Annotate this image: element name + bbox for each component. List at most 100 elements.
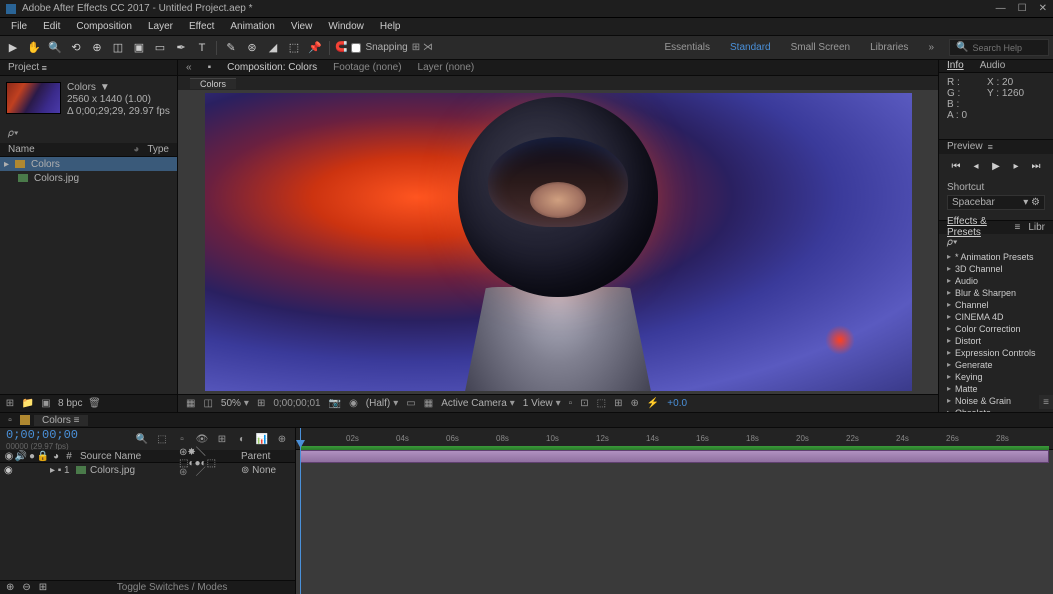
pixel-aspect-icon[interactable]: ⊕ [630, 398, 638, 409]
menu-edit[interactable]: Edit [36, 21, 67, 32]
timeline-tab-colors[interactable]: Colors ≡ [34, 415, 88, 426]
last-frame-button[interactable]: ⏭ [1029, 160, 1043, 174]
project-row-comp[interactable]: ▸Colors [0, 157, 177, 171]
current-time[interactable]: 0;00;00;01 [273, 398, 320, 409]
camera-dropdown[interactable]: Active Camera ▾ [441, 398, 515, 409]
snapshot-icon[interactable]: 📷 [329, 398, 341, 409]
workspace-standard[interactable]: Standard [726, 42, 775, 53]
workspace-libraries[interactable]: Libraries [866, 42, 912, 53]
text-tool[interactable]: T [193, 39, 211, 57]
tab-footage[interactable]: Footage (none) [333, 62, 401, 73]
view-dropdown[interactable]: 1 View ▾ [523, 398, 561, 409]
layer-clip[interactable] [300, 450, 1049, 463]
cat-matte[interactable]: Matte [939, 383, 1053, 395]
tab-audio[interactable]: Audio [980, 60, 1006, 71]
composition-viewer[interactable] [178, 90, 938, 394]
selection-tool[interactable]: ▶ [4, 39, 22, 57]
current-timecode[interactable]: 0;00;00;00 [6, 428, 78, 442]
search-input[interactable] [972, 43, 1042, 53]
panel-menu-icon[interactable]: ≡ [1039, 395, 1053, 409]
visibility-toggle[interactable]: ◉ [4, 465, 14, 476]
workspace-essentials[interactable]: Essentials [660, 42, 714, 53]
resolution[interactable]: (Half) ▾ [366, 398, 398, 409]
view-opt4-icon[interactable]: ⊞ [614, 398, 622, 409]
menu-window[interactable]: Window [321, 21, 371, 32]
brush-tool[interactable]: ✎ [222, 39, 240, 57]
shape-tool[interactable]: ▭ [151, 39, 169, 57]
region-icon[interactable]: ▭ [406, 398, 415, 409]
next-frame-button[interactable]: ▸ [1009, 160, 1023, 174]
rotate-tool[interactable]: ⊕ [88, 39, 106, 57]
snapping-toggle[interactable]: 🧲 Snapping ⊞ ⋊ [335, 42, 433, 53]
view-opt1-icon[interactable]: ▫ [569, 398, 573, 409]
new-comp-icon[interactable]: ▣ [40, 398, 52, 410]
toggle-switches-button[interactable]: Toggle Switches / Modes [55, 582, 289, 593]
cat-animation-presets[interactable]: * Animation Presets [939, 251, 1053, 263]
zoom-tool[interactable]: 🔍 [46, 39, 64, 57]
graph-icon[interactable]: 📊 [255, 432, 269, 446]
brainstorm-icon[interactable]: ⊕ [275, 432, 289, 446]
pan-behind-tool[interactable]: ▣ [130, 39, 148, 57]
playhead[interactable] [300, 428, 301, 594]
menu-file[interactable]: File [4, 21, 34, 32]
preview-tab[interactable]: Preview ≡ [939, 140, 1053, 154]
minimize-button[interactable]: — [996, 3, 1006, 14]
time-ruler[interactable]: 02s 04s 06s 08s 10s 12s 14s 16s 18s 20s … [296, 428, 1053, 450]
first-frame-button[interactable]: ⏮ [949, 160, 963, 174]
help-search[interactable]: 🔍 [949, 39, 1049, 56]
col-name[interactable]: Name [8, 144, 125, 155]
tab-layer[interactable]: Layer (none) [418, 62, 475, 73]
pen-tool[interactable]: ✒ [172, 39, 190, 57]
project-tab[interactable]: Project ≡ [0, 60, 177, 76]
trash-icon[interactable]: 🗑 [88, 398, 100, 410]
cat-color-correction[interactable]: Color Correction [939, 323, 1053, 335]
tab-libraries[interactable]: Libr [1028, 222, 1045, 233]
tab-composition[interactable]: Composition: Colors [227, 62, 317, 73]
cat-cinema4d[interactable]: CINEMA 4D [939, 311, 1053, 323]
orbit-tool[interactable]: ⟲ [67, 39, 85, 57]
grid-icon[interactable]: ▦ [186, 398, 195, 409]
cat-channel[interactable]: Channel [939, 299, 1053, 311]
effects-search[interactable]: 𝜌▾ [939, 234, 1053, 251]
folder-icon[interactable]: 📁 [22, 398, 34, 410]
mask-icon[interactable]: ◫ [203, 398, 212, 409]
cat-distort[interactable]: Distort [939, 335, 1053, 347]
zoom-in-icon[interactable]: ⊕ [6, 582, 14, 593]
close-button[interactable]: ✕ [1039, 3, 1047, 14]
clone-tool[interactable]: ⊛ [243, 39, 261, 57]
lock-icon[interactable]: ▪ [208, 62, 212, 73]
snapping-checkbox[interactable] [351, 43, 361, 53]
comp-mini-icon[interactable] [20, 415, 30, 425]
menu-help[interactable]: Help [373, 21, 408, 32]
roto-tool[interactable]: ⬚ [285, 39, 303, 57]
workspace-more[interactable]: » [924, 42, 938, 53]
toggle-switches-icon[interactable]: ⊞ [39, 582, 47, 593]
view-opt3-icon[interactable]: ⬚ [597, 398, 606, 409]
timeline-right[interactable]: 02s 04s 06s 08s 10s 12s 14s 16s 18s 20s … [296, 428, 1053, 594]
puppet-tool[interactable]: 📌 [306, 39, 324, 57]
timeline-layer-1[interactable]: ◉ ▸ ▪ 1 Colors.jpg ⊛ ／ ⊚ None [0, 463, 295, 477]
cat-expression[interactable]: Expression Controls [939, 347, 1053, 359]
menu-composition[interactable]: Composition [69, 21, 139, 32]
menu-animation[interactable]: Animation [223, 21, 281, 32]
workspace-small-screen[interactable]: Small Screen [787, 42, 854, 53]
channel-icon[interactable]: ◉ [349, 398, 358, 409]
exposure[interactable]: +0.0 [667, 398, 687, 409]
hand-tool[interactable]: ✋ [25, 39, 43, 57]
interpret-icon[interactable]: ⊞ [4, 398, 16, 410]
cat-generate[interactable]: Generate [939, 359, 1053, 371]
cat-keying[interactable]: Keying [939, 371, 1053, 383]
tab-info[interactable]: Info [947, 60, 964, 71]
play-button[interactable]: ▶ [989, 160, 1003, 174]
resolution-icon[interactable]: ⊞ [257, 398, 265, 409]
cat-noise[interactable]: Noise & Grain [939, 395, 1053, 407]
prev-frame-button[interactable]: ◂ [969, 160, 983, 174]
bpc-button[interactable]: 8 bpc [58, 398, 82, 409]
view-opt2-icon[interactable]: ⊡ [580, 398, 588, 409]
cat-audio[interactable]: Audio [939, 275, 1053, 287]
search-layer-icon[interactable]: 🔍 [135, 432, 149, 446]
menu-effect[interactable]: Effect [182, 21, 221, 32]
cat-blur[interactable]: Blur & Sharpen [939, 287, 1053, 299]
comp-flowchart-icon[interactable]: ⬚ [155, 432, 169, 446]
eraser-tool[interactable]: ◢ [264, 39, 282, 57]
